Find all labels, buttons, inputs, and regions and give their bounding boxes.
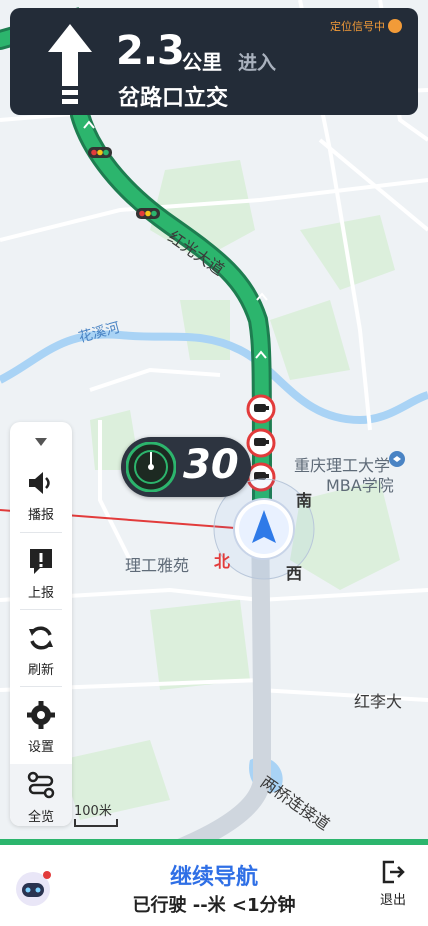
toolbar-divider (20, 609, 62, 610)
speed-camera-icon (246, 428, 276, 458)
guidance-panel: 2.3 公里 进入 岔路口立交 定位信号中 (10, 8, 418, 115)
refresh-icon (29, 626, 53, 650)
map-label-area: 理工雅苑 (125, 556, 190, 575)
refresh-button[interactable]: 刷新 (10, 623, 72, 678)
poi-pin-icon (389, 451, 405, 467)
speed-camera-icon (246, 394, 276, 424)
gear-icon (27, 701, 55, 729)
scale-label: 100米 (74, 804, 112, 819)
toolbar-divider (20, 532, 62, 533)
map-toolbar: 播报 上报 刷新 设置 全览 (10, 422, 72, 826)
exit-button[interactable]: 退出 (368, 859, 418, 908)
refresh-label: 刷新 (27, 663, 54, 678)
distance-value: 2.3 (116, 28, 185, 74)
traffic-light-icon (88, 147, 112, 158)
map-label-mba: MBA学院 (326, 476, 394, 495)
compass-north: 北 (214, 552, 231, 571)
report-label: 上报 (27, 586, 54, 601)
exit-label: 退出 (379, 893, 406, 908)
report-icon (30, 549, 52, 574)
action-text: 进入 (238, 52, 277, 74)
settings-label: 设置 (27, 740, 54, 755)
traffic-light-icon (136, 208, 160, 219)
speaker-icon (29, 472, 50, 494)
speedometer-icon (126, 442, 176, 492)
chevron-down-icon (35, 438, 47, 446)
gps-status-text: 定位信号中 (330, 20, 385, 33)
distance-unit: 公里 (182, 50, 222, 74)
collapse-button[interactable] (10, 432, 72, 451)
scale-bar (74, 819, 118, 827)
map-label-road2: 红李大 (354, 692, 403, 711)
continue-navigation-button[interactable]: 继续导航 (0, 859, 428, 891)
exit-icon (382, 860, 405, 884)
overview-label: 全览 (27, 810, 54, 825)
compass-west: 西 (286, 564, 303, 583)
speed-indicator: 30 (121, 437, 251, 497)
bottom-bar: 继续导航 已行驶 --米 <1分钟 退出 (0, 845, 428, 926)
settings-button[interactable]: 设置 (10, 700, 72, 755)
route-overview-icon (27, 771, 55, 799)
trip-info: 已行驶 --米 <1分钟 (132, 895, 296, 916)
map-scale: 100米 (74, 800, 118, 827)
gps-status: 定位信号中 (330, 18, 402, 34)
speed-value: 30 (183, 442, 239, 488)
broadcast-label: 播报 (27, 508, 54, 523)
broadcast-button[interactable]: 播报 (10, 468, 72, 523)
toolbar-divider (20, 686, 62, 687)
report-button[interactable]: 上报 (10, 546, 72, 601)
straight-arrow-icon (48, 24, 92, 104)
next-road-name: 岔路口立交 (118, 86, 229, 111)
overview-button[interactable]: 全览 (10, 764, 72, 826)
gps-signal-icon (388, 19, 402, 33)
compass-south: 南 (296, 491, 313, 510)
